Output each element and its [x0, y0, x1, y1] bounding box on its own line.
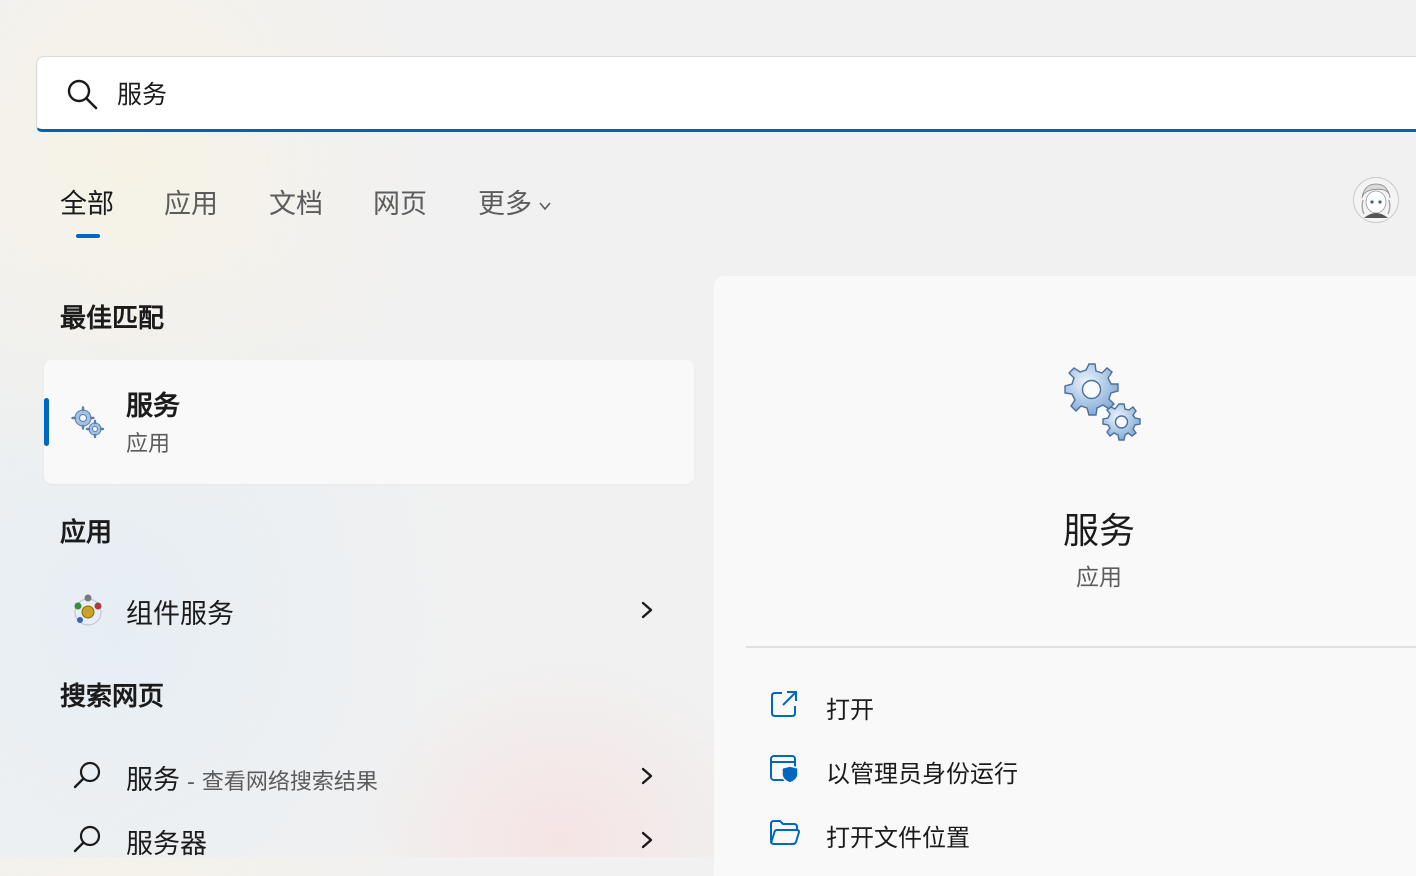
search-icon [73, 761, 101, 789]
detail-subtitle: 应用 [1076, 565, 1122, 591]
section-title-best-match: 最佳匹配 [60, 304, 165, 334]
chevron-down-icon [539, 201, 551, 210]
action-open-file-location[interactable]: 打开文件位置 [768, 808, 1368, 856]
list-item-component-services[interactable]: 组件服务 [44, 578, 694, 642]
user-avatar[interactable] [1353, 177, 1399, 223]
search-icon [67, 79, 98, 110]
search-input[interactable] [117, 73, 717, 113]
best-match-kind: 应用 [126, 432, 171, 457]
tab-apps[interactable]: 应用 [164, 182, 218, 221]
search-box[interactable] [36, 56, 1416, 132]
best-match-item[interactable]: 服务 应用 [44, 360, 694, 484]
active-tab-indicator [76, 234, 100, 238]
action-label: 以管理员身份运行 [826, 760, 1018, 788]
best-match-name: 服务 [126, 391, 180, 422]
folder-icon [770, 820, 800, 845]
web-result-suffix: - 查看网络搜索结果 [180, 770, 378, 795]
tab-all-label: 全部 [60, 189, 114, 220]
web-result-query: 服务器 [126, 829, 207, 860]
services-gear-icon [71, 406, 105, 439]
avatar-image [1354, 178, 1398, 222]
selection-indicator [44, 398, 49, 446]
tab-documents[interactable]: 文档 [269, 182, 323, 221]
tab-web[interactable]: 网页 [373, 182, 427, 221]
search-icon [73, 825, 101, 853]
tab-all[interactable]: 全部 [60, 182, 114, 238]
divider [746, 646, 1416, 648]
services-gear-icon [1064, 363, 1141, 441]
detail-title: 服务 [1062, 511, 1135, 552]
action-open[interactable]: 打开 [768, 680, 1368, 728]
detail-panel: 服务 应用 打开 以管理员身份运行 打开文件位置 [714, 276, 1416, 876]
chevron-right-icon[interactable] [638, 598, 656, 622]
component-services-icon [74, 594, 102, 626]
section-title-web: 搜索网页 [60, 682, 165, 712]
tab-more-label: 更多 [478, 189, 532, 220]
action-run-as-admin[interactable]: 以管理员身份运行 [768, 744, 1368, 792]
list-item-web-result[interactable]: 服务 - 查看网络搜索结果 [44, 744, 694, 808]
admin-shield-icon [770, 755, 799, 784]
list-item-label: 组件服务 [126, 599, 234, 630]
chevron-right-icon[interactable] [638, 764, 656, 788]
web-result-text: 服务 - 查看网络搜索结果 [126, 758, 378, 797]
web-result-query: 服务 [126, 765, 180, 796]
chevron-right-icon[interactable] [638, 828, 656, 852]
web-result-text: 服务器 [126, 822, 207, 861]
tab-more[interactable]: 更多 [478, 182, 552, 221]
open-external-icon [771, 691, 797, 717]
list-item-web-result[interactable]: 服务器 [44, 808, 694, 872]
action-label: 打开 [826, 696, 874, 724]
action-label: 打开文件位置 [826, 824, 970, 852]
section-title-apps: 应用 [60, 518, 113, 548]
